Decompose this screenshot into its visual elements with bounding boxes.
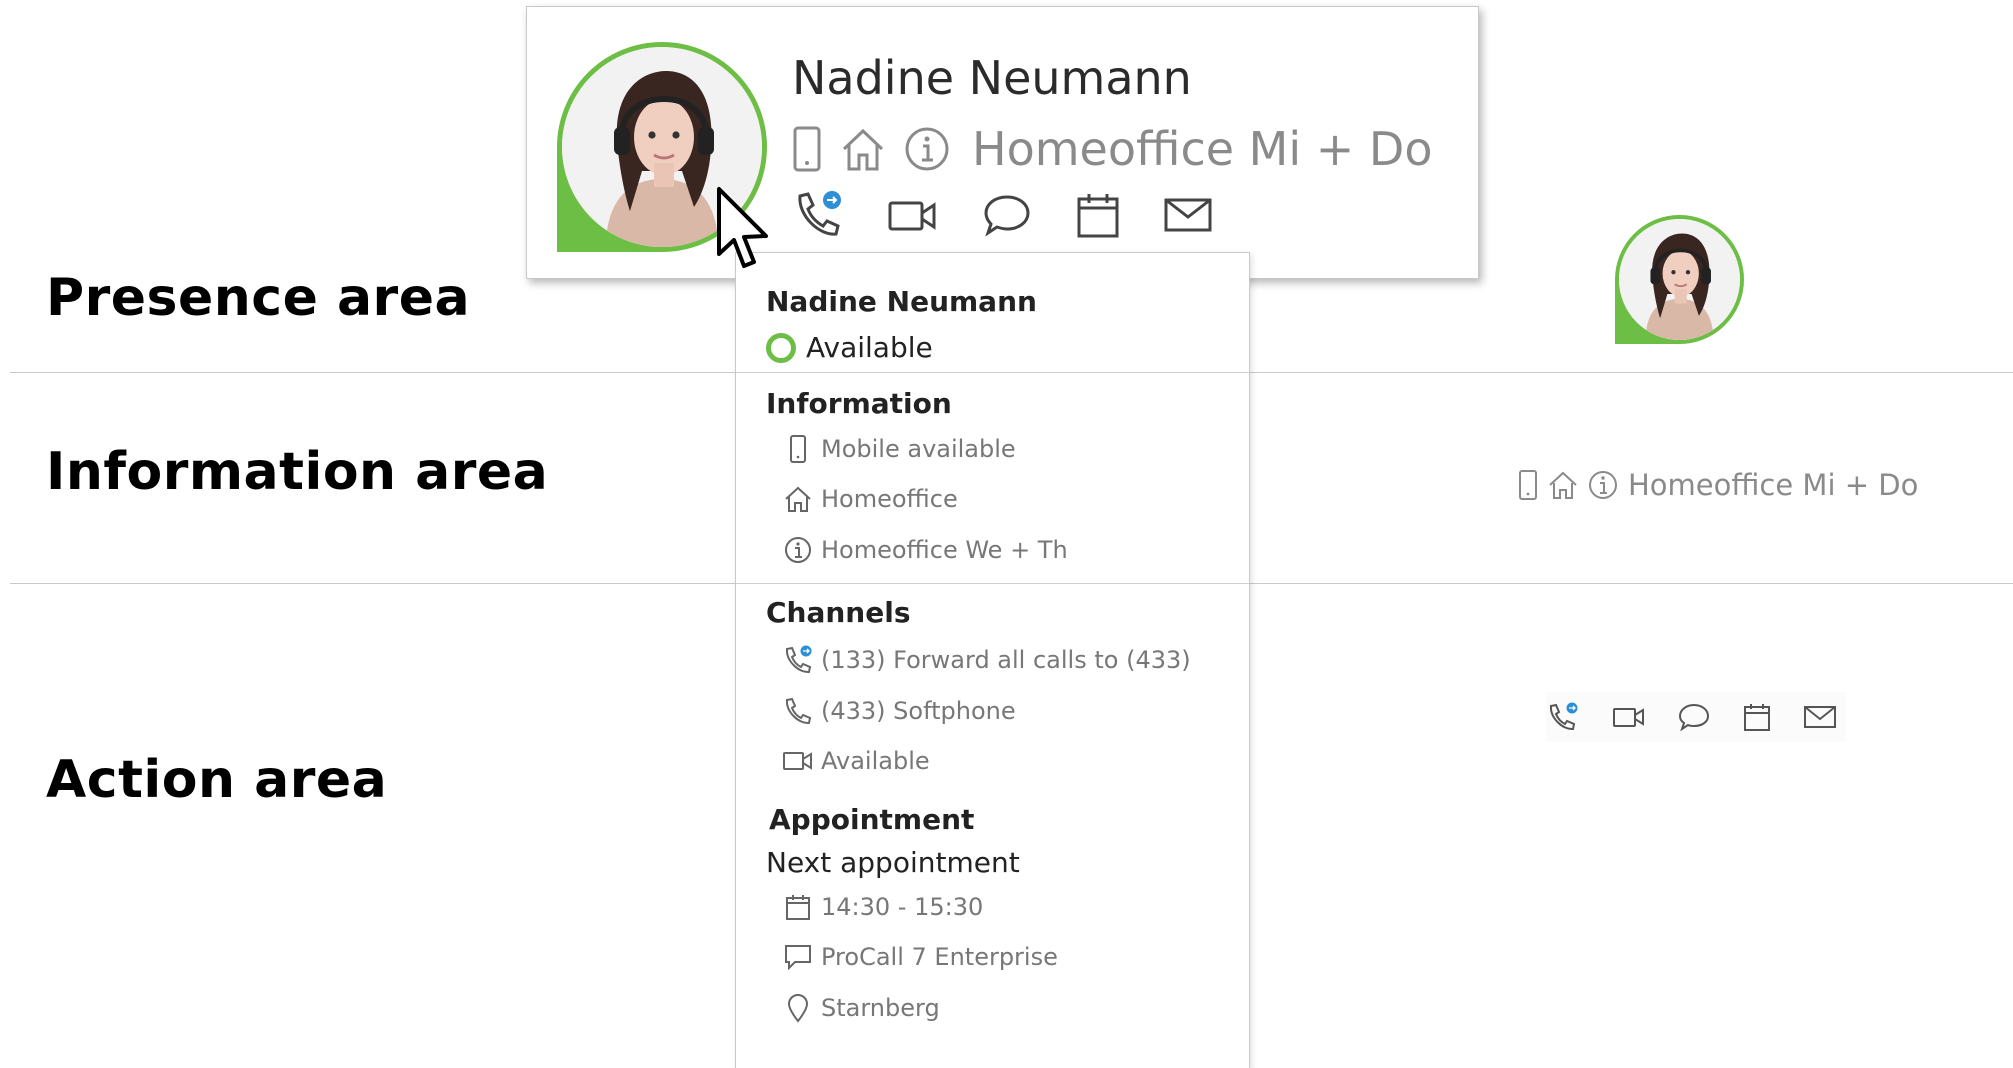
tooltip-divider-1: [736, 372, 1249, 373]
appointment-item-location: Starnberg: [783, 993, 940, 1023]
label-action-area: Action area: [46, 750, 388, 810]
video-icon[interactable]: [888, 197, 938, 233]
information-heading: Information: [766, 387, 952, 420]
info-icon: [783, 536, 813, 564]
info-item-note: Homeoffice We + Th: [783, 536, 1068, 564]
home-icon: [1548, 471, 1578, 499]
comment-icon: [783, 943, 813, 971]
phone-forward-icon: [1546, 701, 1580, 733]
mail-icon: [1804, 705, 1836, 729]
home-icon: [783, 486, 813, 512]
home-icon[interactable]: [840, 127, 886, 171]
phone-forward-icon[interactable]: [792, 190, 844, 240]
status-text: Available: [806, 331, 933, 364]
channel-item-video[interactable]: Available: [783, 747, 930, 775]
appointment-item-time: 14:30 - 15:30: [783, 893, 983, 921]
contact-name: Nadine Neumann: [792, 51, 1192, 105]
tooltip-presence-status: Available: [766, 331, 933, 364]
channels-heading: Channels: [766, 596, 911, 629]
tooltip-contact-name: Nadine Neumann: [766, 285, 1037, 318]
mobile-icon[interactable]: [792, 126, 822, 172]
mini-info-row: Homeoffice Mi + Do: [1518, 468, 1918, 502]
mini-info-text: Homeoffice Mi + Do: [1628, 468, 1919, 502]
phone-forward-icon: [783, 645, 813, 675]
mobile-icon: [783, 435, 813, 463]
calendar-icon[interactable]: [1076, 191, 1120, 239]
label-information-area: Information area: [46, 442, 549, 502]
calendar-icon: [783, 893, 813, 921]
card-info-row: Homeoffice Mi + Do: [792, 119, 1433, 179]
info-item-mobile: Mobile available: [783, 435, 1016, 463]
presence-ring-icon: [766, 332, 796, 363]
chat-icon[interactable]: [982, 193, 1032, 237]
video-icon: [783, 750, 813, 772]
card-info-text: Homeoffice Mi + Do: [972, 122, 1433, 176]
phone-icon: [783, 696, 813, 726]
video-icon: [1613, 706, 1645, 728]
card-action-row: [792, 190, 1256, 240]
contact-card[interactable]: Nadine Neumann Homeoffice Mi + Do: [526, 6, 1479, 279]
chat-icon: [1678, 703, 1710, 731]
appointment-item-subject: ProCall 7 Enterprise: [783, 943, 1058, 971]
mini-action-row: [1546, 692, 1846, 742]
calendar-icon: [1743, 702, 1771, 732]
label-presence-area: Presence area: [46, 268, 471, 328]
mini-avatar: [1615, 215, 1744, 344]
mobile-icon: [1518, 470, 1538, 500]
info-icon: [1588, 470, 1618, 500]
info-item-homeoffice: Homeoffice: [783, 485, 958, 513]
channel-item-forward[interactable]: (133) Forward all calls to (433): [783, 645, 1191, 675]
contact-tooltip-panel: Nadine Neumann Available Information Mob…: [735, 252, 1250, 1068]
location-pin-icon: [783, 993, 813, 1023]
next-appointment-label: Next appointment: [766, 846, 1020, 879]
mail-icon[interactable]: [1164, 197, 1212, 233]
info-icon[interactable]: [904, 126, 950, 172]
mouse-cursor-icon: [716, 186, 772, 272]
appointment-heading: Appointment: [769, 803, 975, 836]
channel-item-softphone[interactable]: (433) Softphone: [783, 696, 1016, 726]
tooltip-divider-2: [736, 583, 1249, 584]
